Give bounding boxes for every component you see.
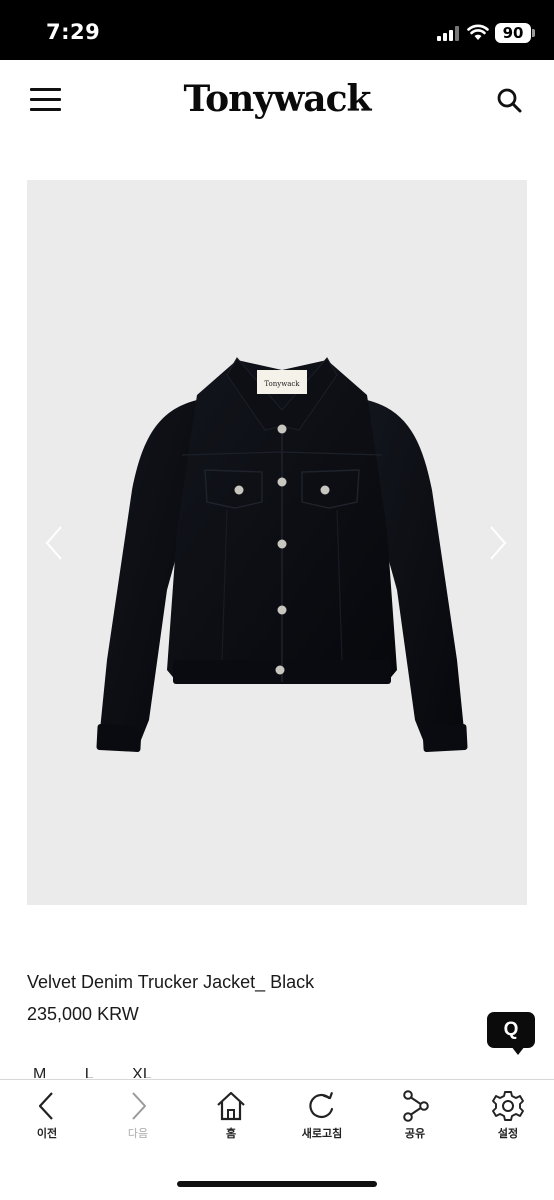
signal-icon bbox=[437, 25, 461, 41]
status-time: 7:29 bbox=[46, 20, 101, 44]
share-label: 공유 bbox=[404, 1127, 426, 1140]
refresh-label: 새로고침 bbox=[301, 1127, 343, 1140]
qna-chat-button[interactable]: Q bbox=[487, 1012, 535, 1048]
gear-icon bbox=[492, 1091, 524, 1121]
home-indicator bbox=[177, 1181, 377, 1187]
size-options: M L XL bbox=[33, 1066, 186, 1078]
product-image-carousel[interactable]: Tonywack bbox=[27, 180, 527, 905]
home-icon bbox=[217, 1091, 245, 1121]
settings-button[interactable]: 설정 bbox=[478, 1090, 538, 1141]
size-option-l[interactable]: L bbox=[85, 1066, 94, 1078]
site-header: Tonywack bbox=[0, 60, 554, 140]
forward-button[interactable]: 다음 bbox=[108, 1090, 168, 1141]
chevron-left-icon bbox=[38, 1092, 53, 1120]
size-option-xl[interactable]: XL bbox=[132, 1066, 152, 1078]
battery-tip bbox=[532, 29, 535, 37]
back-button[interactable]: 이전 bbox=[17, 1090, 77, 1141]
home-label: 홈 bbox=[225, 1127, 237, 1140]
settings-label: 설정 bbox=[497, 1127, 519, 1140]
wifi-icon bbox=[467, 24, 489, 40]
back-label: 이전 bbox=[36, 1127, 58, 1140]
search-icon[interactable] bbox=[495, 86, 523, 114]
forward-label: 다음 bbox=[127, 1127, 149, 1140]
product-price: 235,000 KRW bbox=[27, 1004, 139, 1024]
share-button[interactable]: 공유 bbox=[385, 1090, 445, 1141]
brand-logo[interactable]: Tonywack bbox=[0, 78, 554, 120]
battery-indicator: 90 bbox=[495, 23, 531, 43]
refresh-button[interactable]: 새로고침 bbox=[292, 1090, 352, 1141]
share-icon bbox=[403, 1090, 429, 1122]
qna-bubble-tail bbox=[511, 1046, 525, 1055]
status-bar: 7:29 90 bbox=[0, 0, 554, 60]
jacket-neck-label: Tonywack bbox=[264, 380, 300, 388]
size-option-m[interactable]: M bbox=[33, 1066, 46, 1078]
chevron-right-icon bbox=[132, 1092, 146, 1120]
home-button[interactable]: 홈 bbox=[201, 1090, 261, 1141]
jacket-image: Tonywack bbox=[96, 357, 468, 752]
carousel-next-icon[interactable] bbox=[485, 523, 511, 563]
refresh-icon bbox=[309, 1091, 334, 1119]
carousel-prev-icon[interactable] bbox=[41, 523, 67, 563]
product-name: Velvet Denim Trucker Jacket_ Black bbox=[27, 972, 315, 992]
